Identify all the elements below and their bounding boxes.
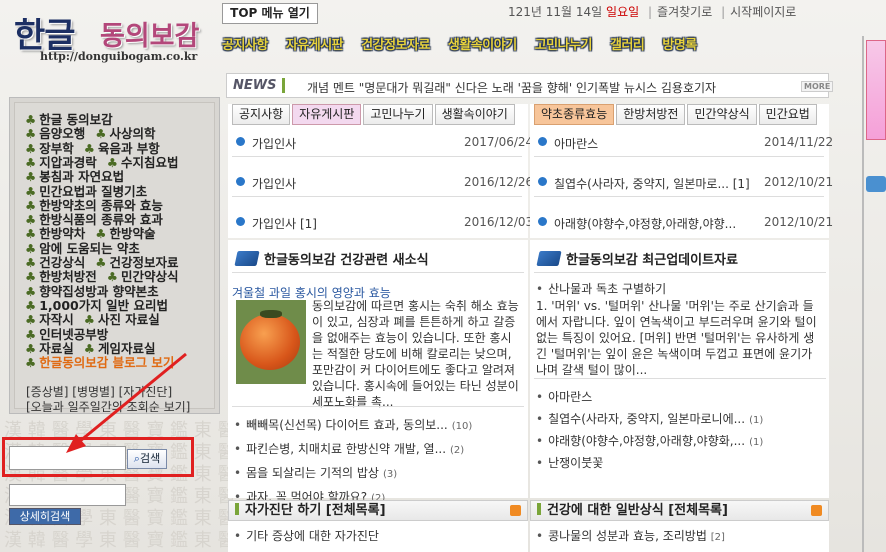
list-item-title[interactable]: 아래향(야향수,야정향,아래향,야향... bbox=[554, 215, 736, 232]
tab-right-2[interactable]: 민간약상식 bbox=[687, 104, 757, 125]
tab-left-1[interactable]: 자유게시판 bbox=[292, 104, 362, 125]
bullet-icon bbox=[236, 217, 245, 226]
section-item[interactable]: 빼빼목(신선목) 다이어트 효과, 동의보...(10) bbox=[234, 416, 472, 433]
section-item[interactable]: 파킨슨병, 치매치료 한방신약 개발, 열...(2) bbox=[234, 440, 464, 457]
nav-item[interactable]: 자유게시판 bbox=[286, 34, 344, 53]
recent-updates-section: 한글동의보감 최근업데이트자료 산나물과 독초 구별하기 1. '머위' vs.… bbox=[530, 240, 829, 498]
list-item-date: 2012/10/21 bbox=[764, 175, 834, 189]
list-item-date: 2016/12/03 bbox=[464, 215, 534, 229]
detail-search-input[interactable] bbox=[9, 484, 126, 506]
list-item[interactable]: 아마란스 2014/11/22 bbox=[538, 135, 833, 152]
book-icon bbox=[234, 251, 260, 266]
list-item-title[interactable]: 가입인사 bbox=[252, 135, 296, 152]
featured-article-body: 동의보감에 따르면 홍시는 숙취 해소 효능이 있고, 심장과 폐를 튼튼하게 … bbox=[312, 299, 519, 409]
list-item-title[interactable]: 가입인사 [1] bbox=[252, 215, 317, 232]
list-item-date: 2012/10/21 bbox=[764, 215, 834, 229]
board-panel-right: 약초종류효능 한방처방전 민간약상식 민간요법 아마란스 2014/11/22 칠엽수(사… bbox=[530, 104, 833, 238]
general-health-box: 건강에 대한 일반상식 [전체목록] 콩나물의 성분과 효능, 조리방법 [2] bbox=[530, 500, 829, 552]
bullet-icon bbox=[236, 177, 245, 186]
section-item[interactable]: 난쟁이붓꽃 bbox=[536, 454, 607, 471]
news-text[interactable]: 개념 멘트 "명문대가 뭐길래" 신다은 노래 '꿈을 향해' 인기폭발 뉴시스… bbox=[307, 79, 787, 96]
date-bar: 121년 11월 14일 일요일 | 즐겨찾기로 | 시작페이지로 bbox=[508, 5, 797, 19]
date-text: 121년 11월 14일 bbox=[508, 5, 603, 19]
list-item-date: 2017/06/24 bbox=[464, 135, 534, 149]
more-icon[interactable] bbox=[811, 505, 822, 516]
bookmark-link[interactable]: 즐겨찾기로 bbox=[657, 5, 712, 19]
detail-search-button[interactable]: 상세히검색 bbox=[9, 508, 81, 525]
bullet-icon bbox=[538, 177, 547, 186]
tab-right-0[interactable]: 약초종류효능 bbox=[534, 104, 615, 125]
general-health-bar[interactable]: 건강에 대한 일반상식 [전체목록] bbox=[530, 500, 829, 521]
list-item-title[interactable]: 칠엽수(사라자, 중약지, 일본마로... [1] bbox=[554, 175, 750, 192]
section-item[interactable]: 아마란스 bbox=[536, 388, 596, 405]
tab-left-0[interactable]: 공지사항 bbox=[232, 104, 291, 125]
tab-left-2[interactable]: 고민나누기 bbox=[363, 104, 433, 125]
logo-url: http://donguibogam.co.kr bbox=[40, 50, 198, 63]
tab-right-3[interactable]: 민간요법 bbox=[758, 104, 817, 125]
homepage-link[interactable]: 시작페이지로 bbox=[730, 5, 796, 19]
persimmon-image[interactable] bbox=[236, 300, 306, 384]
bullet-icon bbox=[236, 137, 245, 146]
arrow-annotation bbox=[66, 352, 187, 453]
book-icon bbox=[536, 251, 562, 266]
self-diagnosis-bar[interactable]: 자가진단 하기 [전체목록] bbox=[228, 500, 528, 521]
news-ticker: NEWS 개념 멘트 "명문대가 뭐길래" 신다은 노래 '꿈을 향해' 인기폭… bbox=[226, 73, 834, 98]
divider bbox=[534, 196, 824, 197]
divider bbox=[232, 156, 522, 157]
divider bbox=[534, 156, 824, 157]
list-item-date: 2014/11/22 bbox=[764, 135, 834, 149]
logo-title-text: 동의보감 bbox=[100, 21, 200, 52]
list-item[interactable]: 아래향(야향수,야정향,아래향,야향... 2012/10/21 bbox=[538, 215, 833, 232]
bullet-icon bbox=[538, 137, 547, 146]
list-item-title[interactable]: 아마란스 bbox=[554, 135, 598, 152]
board-panel-left: 공지사항 자유게시판 고민나누기 생활속이야기 가입인사 2017/06/24 가입인사 2… bbox=[228, 104, 533, 238]
divider bbox=[232, 196, 522, 197]
more-icon[interactable] bbox=[510, 505, 521, 516]
nav-item[interactable]: 갤러리 bbox=[610, 34, 645, 53]
health-news-section: 한글동의보감 건강관련 새소식 겨울철 과일 홍시의 영양과 효능 동의보감에 … bbox=[228, 240, 528, 504]
nav-item[interactable]: 생활속이야기 bbox=[448, 34, 517, 53]
site-logo[interactable]: 한글 동의보감 http://donguibogam.co.kr bbox=[14, 4, 224, 66]
list-item-title[interactable]: 가입인사 bbox=[252, 175, 296, 192]
recent-first-item[interactable]: 산나물과 독초 구별하기 bbox=[536, 280, 666, 297]
right-sidebar-partial bbox=[862, 36, 886, 552]
health-news-title: 한글동의보감 건강관련 새소식 bbox=[234, 249, 429, 268]
nav-item[interactable]: 건강정보자료 bbox=[361, 34, 430, 53]
list-item-date: 2016/12/26 bbox=[464, 175, 534, 189]
recent-first-body: 1. '머위' vs. '털머위' 산나물 '머위'는 주로 산기슭과 들에서 … bbox=[536, 299, 817, 377]
list-item[interactable]: 칠엽수(사라자, 중약지, 일본마로... [1] 2012/10/21 bbox=[538, 175, 833, 192]
bullet-icon bbox=[538, 217, 547, 226]
list-item[interactable]: 가입인사 2016/12/26 bbox=[236, 175, 533, 192]
section-item[interactable]: 몸을 되살리는 기적의 밥상(3) bbox=[234, 464, 397, 481]
section-item[interactable]: 칠엽수(사라자, 중약지, 일본마로니에...(1) bbox=[536, 410, 763, 427]
weekday-text: 일요일 bbox=[606, 5, 640, 19]
self-diagnosis-item[interactable]: 기타 증상에 대한 자가진단 bbox=[234, 527, 379, 544]
nav-item[interactable]: 고민나누기 bbox=[535, 34, 593, 53]
news-more-button[interactable]: MORE bbox=[801, 81, 834, 92]
list-item[interactable]: 가입인사 2017/06/24 bbox=[236, 135, 533, 152]
list-item[interactable]: 가입인사 [1] 2016/12/03 bbox=[236, 215, 533, 232]
board-tabs-right: 약초종류효능 한방처방전 민간약상식 민간요법 bbox=[534, 104, 819, 126]
section-item[interactable]: 야래향(야향수,야정향,아래향,야향화,...(1) bbox=[536, 432, 763, 449]
recent-updates-title: 한글동의보감 최근업데이트자료 bbox=[536, 249, 738, 268]
self-diagnosis-box: 자가진단 하기 [전체목록] 기타 증상에 대한 자가진단 bbox=[228, 500, 528, 552]
nav-item[interactable]: 공지사항 bbox=[222, 34, 268, 53]
tab-left-3[interactable]: 생활속이야기 bbox=[434, 104, 515, 125]
tab-right-1[interactable]: 한방처방전 bbox=[616, 104, 686, 125]
top-menu-open-button[interactable]: TOP 메뉴 열기 bbox=[222, 3, 318, 24]
general-health-item[interactable]: 콩나물의 성분과 효능, 조리방법 [2] bbox=[536, 527, 725, 544]
nav-item[interactable]: 방명록 bbox=[662, 34, 697, 53]
news-label: NEWS bbox=[233, 78, 286, 93]
board-tabs-left: 공지사항 자유게시판 고민나누기 생활속이야기 bbox=[232, 104, 517, 126]
main-nav: 공지사항 자유게시판 건강정보자료 생활속이야기 고민나누기 갤러리 방명록 bbox=[222, 34, 822, 58]
